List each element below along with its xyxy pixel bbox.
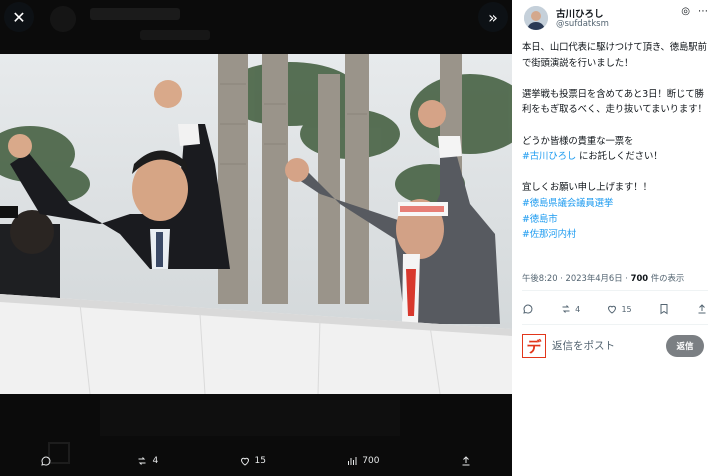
tweet-paragraph: 選挙戦も投票日を含めてあと3日！断じて勝利をもぎ取るべく、走り抜いてまいります！ [522,88,707,116]
viewer-like-count: 15 [254,456,266,466]
repost-button[interactable]: 4 [560,303,580,315]
viewer-share-button[interactable] [460,455,472,467]
hashtag-link[interactable]: #古川ひろし [522,151,576,162]
share-button[interactable] [696,303,708,315]
share-icon [462,456,470,466]
close-icon: ✕ [12,7,26,27]
grok-icon[interactable]: ◎ [681,6,690,17]
tweet-text: 本日、山口代表に駆けつけて頂き、徳島駅前で街頭演説を行いました！ 選挙戦も投票日… [522,40,708,243]
hashtag-link[interactable]: #徳島市 [522,212,708,228]
expand-panel-button[interactable]: » [478,2,508,32]
chevrons-right-icon: » [488,7,498,27]
repost-count: 4 [575,304,581,314]
reply-input[interactable]: 返信をポスト [552,338,615,353]
tweet-paragraph: どうか皆様の貴重な一票を #古川ひろし にお託しください！ [522,134,708,165]
viewer-repost-button[interactable]: 4 [136,455,158,467]
tweet-paragraph: 宜しくお願い申し上げます！！ [522,182,652,194]
divider [522,324,708,325]
tweet-paragraph: 本日、山口代表に駆けつけて頂き、徳島駅前で街頭演説を行いました！ [522,42,707,69]
tweet-photo[interactable] [0,54,512,394]
repost-icon [138,457,146,465]
viewer-views-button[interactable]: 700 [346,455,379,467]
viewer-action-bar: 4 15 700 [0,446,512,476]
tweet-action-bar: 4 15 [522,298,708,320]
media-viewer: ✕ » 4 15 700 [0,0,512,476]
bookmark-icon [660,304,668,315]
tweet-detail-panel: 古川ひろし @sufdatksm ◎ ⋯ 本日、山口代表に駆けつけて頂き、徳島駅… [512,0,714,476]
tweet-meta: 午後8:20 · 2023年4月6日 · 700 件の表示 [522,272,684,284]
tweet-text-span: どうか皆様の貴重な一票を [522,135,634,147]
close-viewer-button[interactable]: ✕ [4,2,34,32]
background-tweet-footer [0,394,512,464]
view-count-suffix: 件の表示 [648,273,685,283]
viewer-reply-button[interactable] [40,455,56,467]
app-root: ✕ » 4 15 700 古川ひろし @sufdatksm ◎ ⋯ 本日、山口代… [0,0,714,476]
bar-chart-icon [348,457,357,465]
user-avatar-logo[interactable]: デ [522,334,546,358]
author-handle[interactable]: @sufdatksm [556,19,609,29]
divider [522,290,708,291]
tweet-timestamp[interactable]: 午後8:20 · 2023年4月6日 · [522,273,631,283]
hashtag-link[interactable]: #佐那河内村 [522,227,708,243]
tweet-header: 古川ひろし @sufdatksm ◎ ⋯ [524,6,708,32]
more-icon[interactable]: ⋯ [698,6,708,17]
campaign-photo [0,54,512,394]
repost-icon [562,305,570,313]
avatar-portrait [524,6,548,30]
hashtag-list: #徳島県議会議員選挙 #徳島市 #佐那河内村 [522,196,708,243]
viewer-views-count: 700 [362,456,380,466]
viewer-like-button[interactable]: 15 [239,455,266,467]
reply-composer: デ 返信をポスト 返信 [522,332,708,360]
viewer-repost-count: 4 [152,456,159,466]
reply-icon [523,304,533,314]
view-count: 700 [630,273,649,283]
reply-button[interactable] [522,303,534,315]
author-name[interactable]: 古川ひろし [556,6,604,20]
like-count: 15 [621,304,632,314]
share-icon [698,304,706,314]
heart-icon [608,305,617,314]
reply-submit-button[interactable]: 返信 [666,335,704,357]
background-tweet-header [40,0,480,54]
bookmark-button[interactable] [658,303,670,315]
avatar[interactable] [524,6,548,30]
like-button[interactable]: 15 [606,303,632,315]
reply-icon [41,456,51,466]
hashtag-link[interactable]: #徳島県議会議員選挙 [522,196,708,212]
heart-icon [240,457,249,466]
tweet-text-span: にお託しください！ [576,151,663,163]
